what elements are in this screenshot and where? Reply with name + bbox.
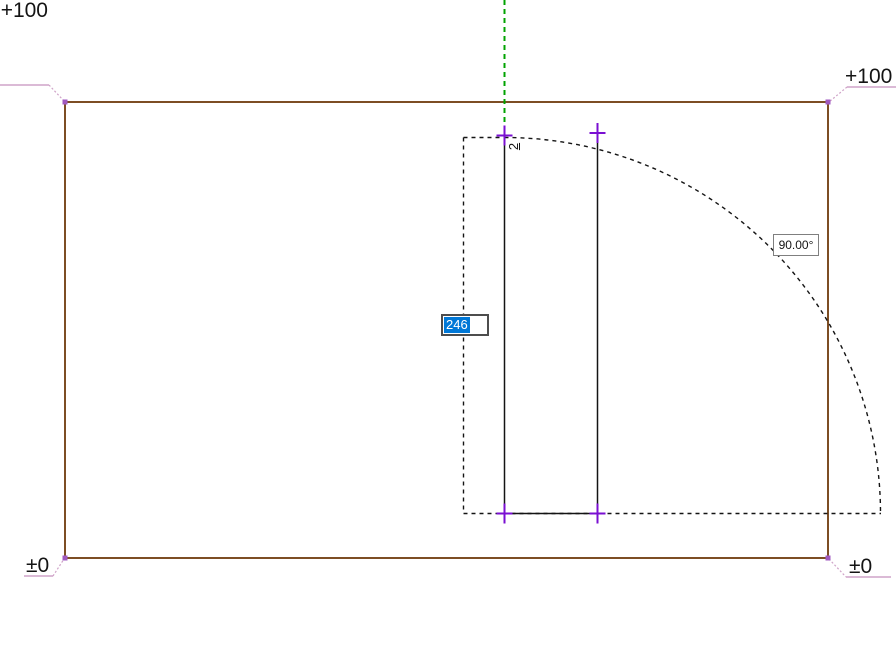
elevation-label-bottom-left: ±0 [26,554,50,577]
elevation-label-top-left: +100 [0,0,48,22]
vertex-crosses [496,123,606,524]
elevation-label-bottom-right: ±0 [849,555,873,578]
corner-handle-bottom-right[interactable] [825,555,831,561]
corner-handle-top-left[interactable] [62,99,68,105]
angle-readout: 90.00° [773,234,819,256]
length-input[interactable]: 246 [441,314,489,336]
vertex-cross-bottom-left[interactable] [496,503,513,524]
leader-top-right [828,86,896,103]
length-input-selected-text: 246 [444,317,470,333]
corner-handle-top-right[interactable] [825,99,831,105]
drawn-element [503,133,599,515]
vertex-cross-bottom-right[interactable] [589,503,606,524]
ghost-outline [462,136,882,515]
rotation-arc [504,136,882,514]
angle-readout-value: 90.00° [778,238,814,252]
drawing-canvas[interactable]: +100 +100 ±0 ±0 246 90.00° 2 [0,0,896,651]
leader-top-left [0,84,65,102]
cursor-badge: 2 [506,142,521,151]
corner-handle-bottom-left[interactable] [62,555,68,561]
elevation-label-top-right: +100 [845,65,893,88]
vertex-cross-top-right[interactable] [589,123,606,143]
